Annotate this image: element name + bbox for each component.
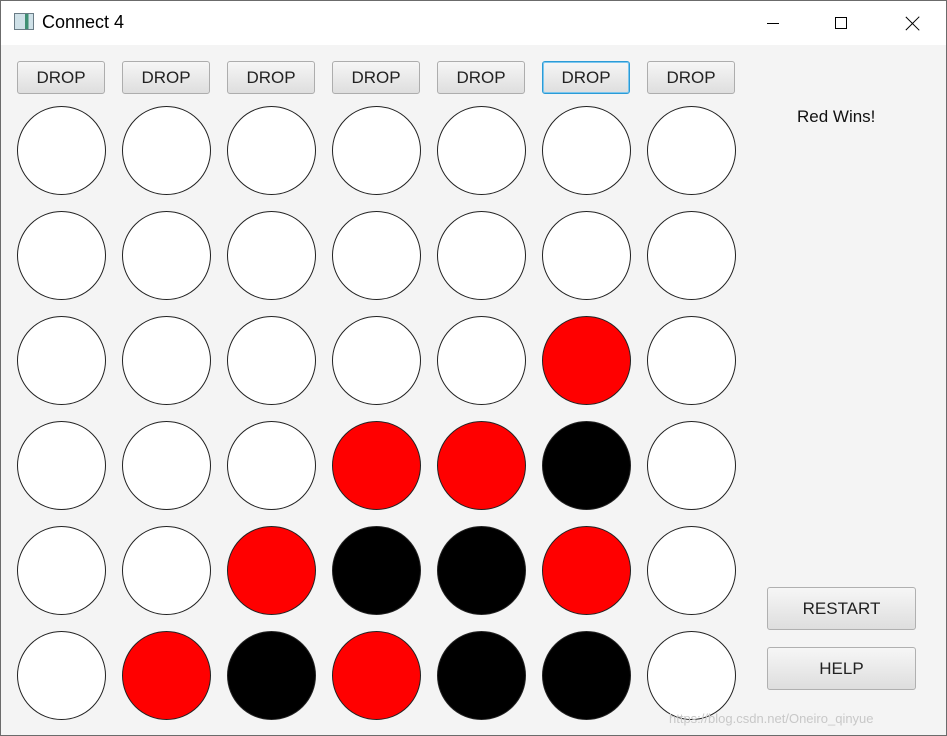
- board-cell-r5-c7-empty: [647, 526, 736, 615]
- board-cell-r3-c6-red: [542, 316, 631, 405]
- board-cell-r6-c5-black: [437, 631, 526, 720]
- board-cell-r1-c7-empty: [647, 106, 736, 195]
- minimize-icon: [767, 22, 779, 24]
- help-button[interactable]: HELP: [767, 647, 916, 690]
- board-cell-r6-c4-red: [332, 631, 421, 720]
- window-title: Connect 4: [42, 12, 125, 32]
- drop-button-col-7[interactable]: DROP: [647, 61, 735, 94]
- board-cell-r3-c1-empty: [17, 316, 106, 405]
- close-icon: [905, 16, 920, 31]
- board-cell-r1-c2-empty: [122, 106, 211, 195]
- board-cell-r2-c7-empty: [647, 211, 736, 300]
- board-cell-r4-c3-empty: [227, 421, 316, 510]
- board-cell-r2-c6-empty: [542, 211, 631, 300]
- board-cell-r6-c7-empty: [647, 631, 736, 720]
- board-cell-r4-c1-empty: [17, 421, 106, 510]
- board-cell-r2-c2-empty: [122, 211, 211, 300]
- board-cell-r6-c3-black: [227, 631, 316, 720]
- drop-button-col-5[interactable]: DROP: [437, 61, 525, 94]
- drop-button-col-6[interactable]: DROP: [542, 61, 630, 94]
- board-cell-r5-c5-black: [437, 526, 526, 615]
- board-cell-r4-c5-red: [437, 421, 526, 510]
- drop-button-col-1[interactable]: DROP: [17, 61, 105, 94]
- board-cell-r5-c2-empty: [122, 526, 211, 615]
- board-cell-r4-c7-empty: [647, 421, 736, 510]
- game-window: Connect 4 DROP DROP DROP DROP DROP DROP DROP R…: [0, 0, 947, 736]
- board-cell-r6-c6-black: [542, 631, 631, 720]
- board-cell-r6-c2-red: [122, 631, 211, 720]
- minimize-button[interactable]: [750, 1, 796, 45]
- board-cell-r3-c3-empty: [227, 316, 316, 405]
- board-cell-r1-c6-empty: [542, 106, 631, 195]
- board-cell-r4-c6-black: [542, 421, 631, 510]
- maximize-icon: [835, 17, 847, 29]
- board-cell-r5-c1-empty: [17, 526, 106, 615]
- board-cell-r3-c5-empty: [437, 316, 526, 405]
- title-bar: Connect 4: [1, 1, 946, 45]
- board-cell-r1-c1-empty: [17, 106, 106, 195]
- restart-button[interactable]: RESTART: [767, 587, 916, 630]
- board-cell-r2-c5-empty: [437, 211, 526, 300]
- board-cell-r6-c1-empty: [17, 631, 106, 720]
- close-button[interactable]: [889, 1, 935, 45]
- board-cell-r3-c7-empty: [647, 316, 736, 405]
- app-icon: [14, 13, 34, 30]
- board-cell-r5-c6-red: [542, 526, 631, 615]
- board-cell-r2-c1-empty: [17, 211, 106, 300]
- board-cell-r2-c4-empty: [332, 211, 421, 300]
- drop-button-col-2[interactable]: DROP: [122, 61, 210, 94]
- drop-button-col-3[interactable]: DROP: [227, 61, 315, 94]
- maximize-button[interactable]: [818, 1, 864, 45]
- board-cell-r4-c2-empty: [122, 421, 211, 510]
- board-cell-r1-c4-empty: [332, 106, 421, 195]
- watermark: https://blog.csdn.net/Oneiro_qinyue: [669, 711, 874, 726]
- board-cell-r2-c3-empty: [227, 211, 316, 300]
- board-cell-r1-c3-empty: [227, 106, 316, 195]
- board-cell-r1-c5-empty: [437, 106, 526, 195]
- drop-button-col-4[interactable]: DROP: [332, 61, 420, 94]
- board-cell-r4-c4-red: [332, 421, 421, 510]
- board-cell-r3-c4-empty: [332, 316, 421, 405]
- board-cell-r5-c4-black: [332, 526, 421, 615]
- board-cell-r5-c3-red: [227, 526, 316, 615]
- board-cell-r3-c2-empty: [122, 316, 211, 405]
- status-message: Red Wins!: [797, 107, 876, 126]
